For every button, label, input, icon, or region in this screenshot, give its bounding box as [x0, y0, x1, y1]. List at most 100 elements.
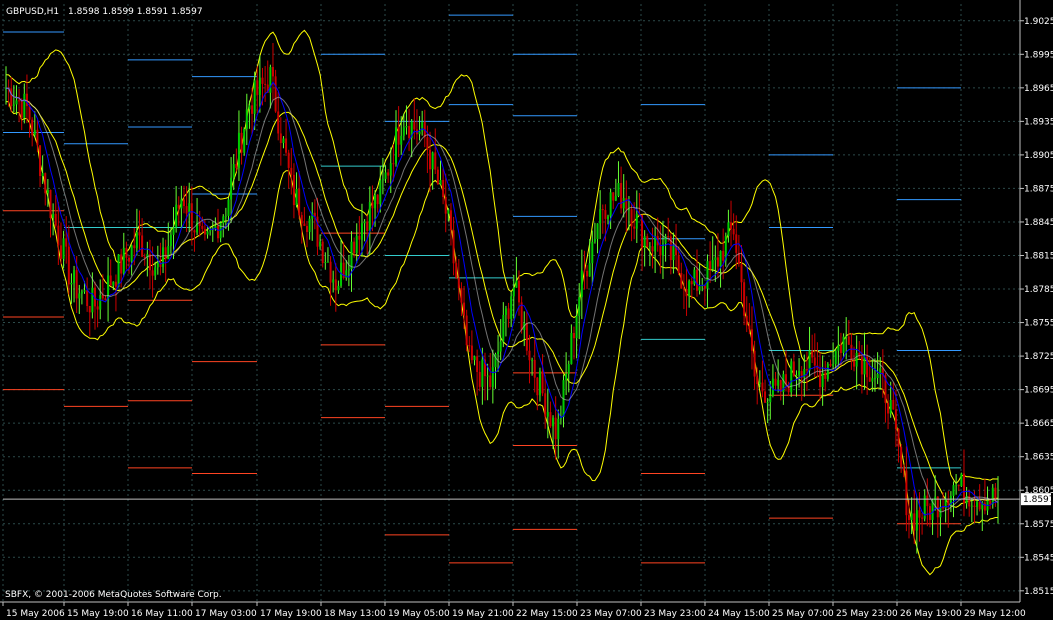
candle-body	[271, 67, 274, 77]
candle-body	[544, 393, 547, 417]
candle-body	[193, 230, 196, 233]
bollinger-middle	[5, 87, 998, 508]
candle-body	[792, 361, 795, 376]
y-tick-label: 1.8635	[1024, 453, 1053, 463]
candle-body	[541, 371, 544, 394]
y-tick-label: 1.8725	[1024, 352, 1053, 362]
candle-body	[256, 80, 259, 95]
candle-body	[821, 372, 824, 388]
candle-body	[439, 180, 442, 185]
candle-body	[235, 164, 238, 168]
candle-body	[264, 83, 267, 85]
x-tick-label: 19 May 21:00	[452, 609, 514, 619]
candle-body	[36, 129, 39, 146]
price-chart[interactable]: 1.9025 1.8995 1.8965 1.8935 1.8905 1.8875 1.88…	[0, 0, 1053, 620]
candle-body	[452, 230, 455, 264]
candle-body	[507, 308, 510, 319]
candle-body	[429, 149, 432, 170]
candle-body	[23, 93, 26, 118]
candle-body	[214, 225, 217, 229]
candle-body	[936, 496, 939, 518]
current-price-tag: 1.8597	[1021, 493, 1053, 506]
candle-body	[753, 350, 756, 377]
candle-body	[633, 226, 636, 229]
candle-body	[591, 241, 594, 264]
candle-body	[847, 336, 850, 345]
candle-body	[402, 127, 405, 136]
candle-body	[528, 350, 531, 361]
x-tick-label: 29 May 12:00	[964, 609, 1026, 619]
candle-body	[860, 356, 863, 375]
candle-body	[894, 409, 897, 429]
candle-body	[86, 290, 89, 307]
candle-body	[905, 470, 908, 516]
current-price-tag-text: 1.8597	[1023, 495, 1053, 505]
candle-body	[376, 194, 379, 205]
candle-body	[62, 238, 65, 259]
candle-body	[908, 515, 911, 521]
candle-body	[337, 285, 340, 291]
candle-body	[680, 272, 683, 289]
candle-body	[394, 127, 397, 164]
candle-body	[829, 363, 832, 366]
candle-body	[274, 76, 277, 112]
candle-body	[10, 88, 13, 107]
candle-body	[392, 163, 395, 165]
candle-body	[607, 216, 610, 219]
candle-body	[832, 364, 835, 366]
y-tick-label: 1.8845	[1024, 218, 1053, 228]
x-tick-label: 23 May 23:00	[644, 609, 706, 619]
y-tick-label: 1.8875	[1024, 184, 1053, 194]
candle-body	[80, 291, 83, 294]
candle-body	[808, 350, 811, 371]
candle-body	[743, 282, 746, 316]
candle-body	[774, 378, 777, 386]
candle-body	[502, 314, 505, 342]
candle-body	[180, 199, 183, 209]
candle-body	[230, 177, 233, 200]
candle-body	[578, 297, 581, 317]
candle-body	[473, 356, 476, 361]
candle-body	[28, 106, 31, 120]
candle-body	[240, 132, 243, 153]
candle-body	[515, 280, 518, 288]
candle-body	[117, 254, 120, 287]
candle-body	[91, 287, 94, 313]
candle-body	[489, 375, 492, 387]
candle-body	[750, 329, 753, 351]
candle-body	[279, 133, 282, 144]
candle-body	[572, 332, 575, 339]
candle-body	[54, 213, 57, 226]
x-tick-label: 23 May 07:00	[580, 609, 642, 619]
candle-body	[761, 382, 764, 392]
candle-body	[719, 250, 722, 267]
candle-body	[104, 298, 107, 301]
candle-body	[251, 105, 254, 114]
candle-body	[164, 247, 167, 260]
candle-body	[612, 192, 615, 201]
candle-body	[622, 198, 625, 209]
candle-body	[769, 395, 772, 403]
candle-body	[913, 513, 916, 531]
candle-body	[324, 262, 327, 264]
candle-body	[217, 225, 220, 239]
candle-body	[78, 293, 81, 299]
candle-body	[245, 109, 248, 129]
candle-body	[554, 417, 557, 440]
candle-body	[714, 257, 717, 260]
candle-body	[381, 179, 384, 181]
candle-body	[287, 152, 290, 168]
candle-body	[531, 359, 534, 361]
candle-body	[921, 517, 924, 519]
candle-body	[248, 105, 251, 110]
candle-body	[643, 236, 646, 248]
candle-body	[677, 255, 680, 273]
candle-body	[201, 225, 204, 229]
candle-body	[478, 372, 481, 387]
candle-body	[826, 363, 829, 379]
x-tick-label: 17 May 03:00	[195, 609, 257, 619]
candle-body	[172, 227, 175, 235]
candle-body	[758, 382, 761, 384]
candle-body	[756, 376, 759, 384]
x-tick-label: 24 May 15:00	[708, 609, 770, 619]
